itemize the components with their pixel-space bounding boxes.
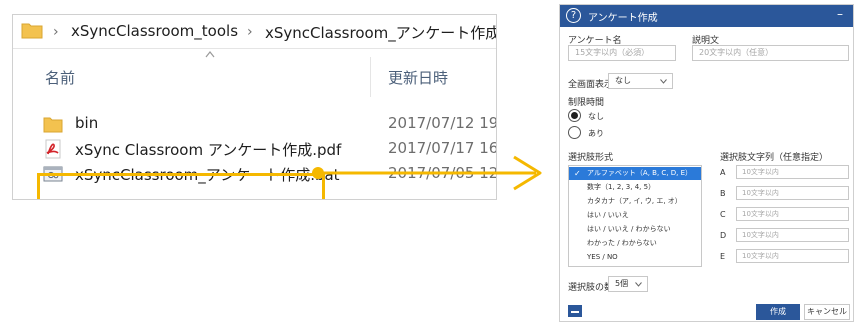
format-option[interactable]: わかった / わからない — [569, 237, 701, 250]
format-option[interactable]: ✓ アルファベット（A, B, C, D, E） — [569, 167, 701, 180]
dialog-titlebar: ? アンケート作成 – — [560, 5, 853, 27]
option-count-label: 選択肢の数 — [568, 283, 614, 293]
option-input-a[interactable]: 10文字以内 — [736, 165, 849, 179]
chevron-down-icon — [660, 79, 667, 84]
option-letter: B — [720, 189, 726, 198]
time-limit-label: 制限時間 — [568, 98, 605, 108]
format-option[interactable]: YES / NO — [569, 251, 701, 264]
keyboard-icon[interactable] — [568, 305, 582, 317]
create-button[interactable]: 作成 — [756, 304, 800, 320]
survey-dialog: ? アンケート作成 – アンケート名 15文字以内（必須） 説明文 20文字以内… — [559, 4, 854, 322]
format-label: 選択肢形式 — [568, 153, 614, 163]
time-limit-yes-radio[interactable] — [568, 126, 581, 139]
time-limit-yes-label: あり — [588, 129, 604, 138]
survey-name-input[interactable]: 15文字以内（必須） — [568, 45, 676, 61]
option-count-value: 5個 — [615, 279, 629, 288]
full-screen-label: 全画面表示 — [568, 80, 614, 90]
option-letter: D — [720, 231, 727, 240]
option-letter: C — [720, 210, 726, 219]
full-screen-select[interactable]: なし — [608, 73, 673, 89]
format-option[interactable]: はい / いいえ — [569, 209, 701, 222]
option-text-label: 選択肢文字列（任意指定） — [720, 153, 829, 163]
check-icon: ✓ — [574, 169, 581, 178]
option-letter: E — [720, 252, 726, 261]
help-icon[interactable]: ? — [566, 8, 581, 23]
cancel-button[interactable]: キャンセル — [804, 304, 850, 320]
format-option[interactable]: カタカナ（ア, イ, ウ, エ, オ） — [569, 195, 701, 208]
time-limit-none-radio[interactable] — [568, 109, 581, 122]
option-input-e[interactable]: 10文字以内 — [736, 249, 849, 263]
minimize-button[interactable]: – — [837, 7, 843, 21]
time-limit-none-label: なし — [588, 112, 604, 121]
format-option[interactable]: 数字（1, 2, 3, 4, 5） — [569, 181, 701, 194]
format-option[interactable]: はい / いいえ / わからない — [569, 223, 701, 236]
full-screen-value: なし — [615, 76, 631, 85]
chevron-down-icon — [635, 282, 642, 287]
dialog-footer: 作成 キャンセル — [560, 301, 853, 321]
option-input-d[interactable]: 10文字以内 — [736, 228, 849, 242]
dialog-title: アンケート作成 — [588, 13, 658, 24]
option-letter: A — [720, 168, 726, 177]
option-input-b[interactable]: 10文字以内 — [736, 186, 849, 200]
option-count-select[interactable]: 5個 — [608, 276, 648, 292]
description-input[interactable]: 20文字以内（任意） — [692, 45, 849, 61]
option-input-c[interactable]: 10文字以内 — [736, 207, 849, 221]
format-list[interactable]: ✓ アルファベット（A, B, C, D, E） 数字（1, 2, 3, 4, … — [568, 165, 702, 267]
format-option-label: アルファベット（A, B, C, D, E） — [587, 169, 693, 177]
